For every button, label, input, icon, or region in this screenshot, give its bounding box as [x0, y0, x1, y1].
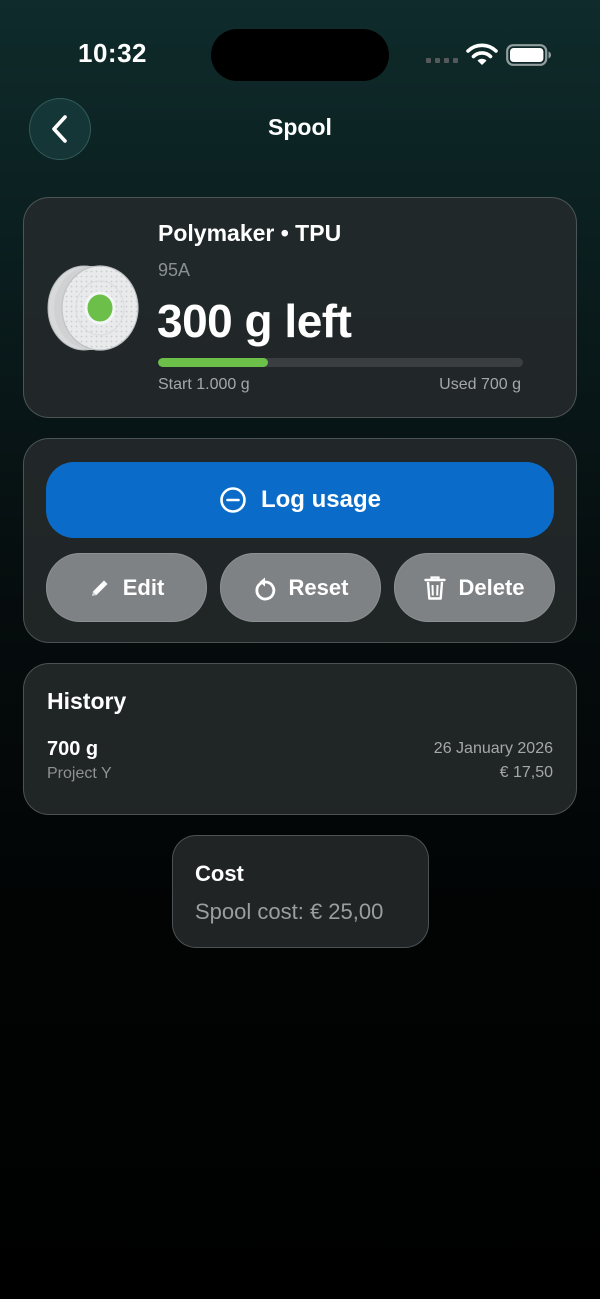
history-entry-cost: € 17,50	[499, 764, 553, 781]
log-usage-button[interactable]: Log usage	[46, 462, 554, 538]
used-weight: Used 700 g	[439, 376, 521, 393]
battery-icon	[506, 44, 551, 66]
trash-icon	[424, 575, 447, 600]
cost-card: Cost Spool cost: € 25,00	[172, 835, 429, 948]
log-usage-label: Log usage	[260, 486, 381, 513]
reset-label: Reset	[288, 574, 349, 600]
reset-button[interactable]: Reset	[220, 553, 381, 622]
filament-spool-icon	[47, 265, 139, 351]
minus-circle-icon	[220, 487, 246, 513]
history-entry-project: Project Y	[47, 765, 112, 782]
remaining-weight: 300 g left	[157, 295, 352, 347]
start-weight: Start 1.000 g	[158, 376, 250, 393]
history-entry-amount: 700 g	[47, 738, 99, 760]
page-title: Spool	[268, 114, 332, 140]
wifi-icon	[466, 43, 498, 65]
history-card: History 700 g Project Y 26 January 2026 …	[23, 663, 577, 815]
edit-button[interactable]: Edit	[46, 553, 207, 622]
status-time: 10:32	[78, 38, 147, 68]
remaining-progress-bar	[158, 358, 523, 367]
cost-title: Cost	[195, 861, 244, 886]
remaining-progress-fill	[158, 358, 268, 367]
pencil-icon	[91, 580, 108, 596]
history-title: History	[47, 688, 127, 714]
cellular-signal-icon	[426, 58, 458, 64]
reset-arrow-icon	[255, 577, 275, 600]
dynamic-island	[211, 29, 389, 81]
spool-summary-card: Polymaker • TPU 95A 300 g left Start 1.0…	[23, 197, 577, 418]
status-bar: 10:32	[0, 0, 600, 100]
delete-button[interactable]: Delete	[394, 553, 555, 622]
spool-title: Polymaker • TPU	[158, 220, 342, 246]
edit-label: Edit	[122, 574, 165, 600]
spool-cost-value: Spool cost: € 25,00	[195, 899, 384, 924]
history-entry-date: 26 January 2026	[433, 740, 553, 757]
delete-label: Delete	[458, 574, 525, 600]
spool-subtitle: 95A	[158, 260, 191, 280]
actions-card: Log usage Edit Reset Delete	[23, 438, 577, 643]
